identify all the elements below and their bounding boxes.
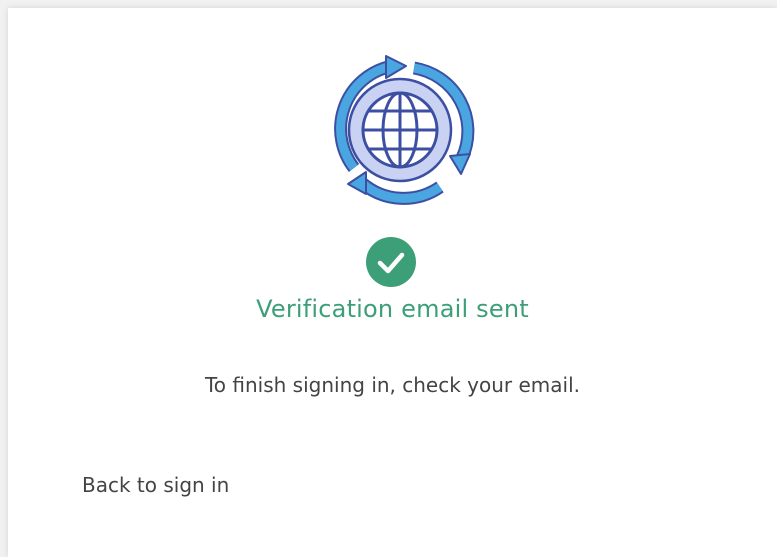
status-message: To finish signing in, check your email. — [204, 373, 581, 397]
status-title: Verification email sent — [256, 295, 529, 323]
verification-card: Verification email sent To finish signin… — [8, 8, 777, 557]
globe-sync-icon — [334, 55, 475, 205]
check-circle-icon — [366, 237, 416, 287]
back-to-sign-in-link[interactable]: Back to sign in — [82, 473, 229, 497]
